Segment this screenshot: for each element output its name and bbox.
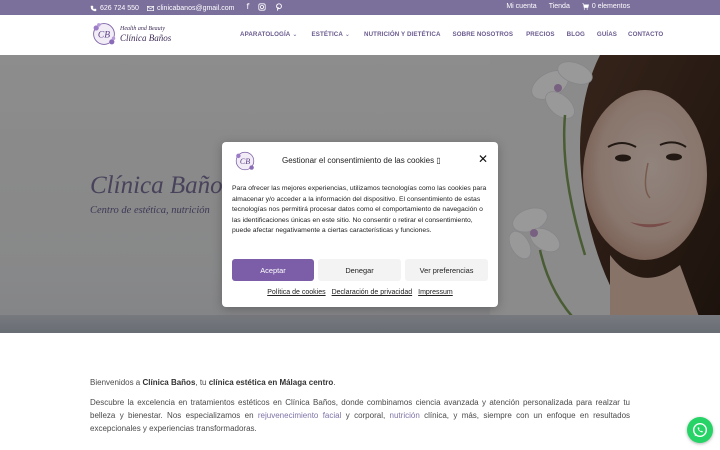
whatsapp-icon bbox=[692, 422, 708, 438]
nav-item-blog[interactable]: BLOG bbox=[567, 31, 585, 38]
impressum-link[interactable]: Impressum bbox=[418, 289, 453, 296]
email-address: clinicabanos@gmail.com bbox=[156, 4, 235, 12]
cart-count: 0 elementos bbox=[591, 3, 630, 10]
nav-label: SOBRE NOSOTROS bbox=[452, 31, 514, 38]
nav-label: GUÍAS bbox=[596, 31, 618, 38]
text: , tu bbox=[195, 378, 209, 387]
facebook-icon[interactable]: f bbox=[246, 3, 249, 13]
cart-link[interactable]: 0 elementos bbox=[582, 3, 630, 10]
phone-number: 626 724 550 bbox=[100, 4, 139, 12]
email-link[interactable]: clinicabanos@gmail.com bbox=[146, 4, 235, 12]
cookie-policy-link[interactable]: Política de cookies bbox=[267, 289, 325, 296]
nav-item-precios[interactable]: PRECIOS bbox=[526, 31, 555, 38]
site-header: CB Health and Beauty Clínica Baños APARA… bbox=[0, 15, 720, 55]
privacy-statement-link[interactable]: Declaración de privacidad bbox=[332, 289, 413, 296]
top-bar-contact: 626 724 550 clinicabanos@gmail.com f bbox=[90, 3, 283, 13]
shop-link[interactable]: Tienda bbox=[549, 3, 570, 10]
clinic-tagline: clínica estética en Málaga centro bbox=[208, 378, 334, 387]
consent-buttons: Aceptar Denegar Ver preferencias bbox=[232, 259, 488, 281]
phone-icon bbox=[90, 5, 97, 11]
email-icon bbox=[146, 5, 154, 11]
social-links: f bbox=[246, 3, 283, 13]
text: . bbox=[333, 378, 336, 387]
nav-item-sobre-nosotros[interactable]: SOBRE NOSOTROS bbox=[453, 31, 514, 38]
whatsapp-button[interactable] bbox=[687, 417, 713, 443]
consent-links: Política de cookies Declaración de priva… bbox=[222, 289, 498, 296]
nav-item-nutricion[interactable]: NUTRICIÓN Y DIETÉTICA bbox=[364, 31, 440, 38]
rejuvenation-link[interactable]: rejuvenecimiento facial bbox=[258, 411, 342, 420]
view-preferences-button[interactable]: Ver preferencias bbox=[405, 259, 488, 281]
nav-label: CONTACTO bbox=[628, 31, 664, 38]
cookie-consent-dialog: CB Gestionar el consentimiento de las co… bbox=[222, 142, 498, 307]
text: y corporal, bbox=[341, 411, 390, 420]
consent-title: Gestionar el consentimiento de las cooki… bbox=[282, 156, 441, 165]
nav-item-aparatologia[interactable]: APARATOLOGÍA ⌄ bbox=[240, 31, 298, 38]
logo-emblem-icon: CB bbox=[93, 23, 116, 45]
cart-icon bbox=[582, 3, 589, 10]
nav-label: BLOG bbox=[566, 31, 585, 38]
description-paragraph: Descubre la excelencia en tratamientos e… bbox=[90, 396, 630, 435]
nav-label: ESTÉTICA bbox=[311, 31, 343, 38]
site-logo[interactable]: CB Health and Beauty Clínica Baños bbox=[91, 21, 171, 47]
accept-button[interactable]: Aceptar bbox=[232, 259, 314, 281]
consent-body: Para ofrecer las mejores experiencias, u… bbox=[232, 185, 487, 235]
nutrition-link[interactable]: nutrición bbox=[390, 411, 420, 420]
nav-item-guias[interactable]: GUÍAS bbox=[597, 31, 617, 38]
main-nav: APARATOLOGÍA ⌄ ESTÉTICA ⌄ NUTRICIÓN Y DI… bbox=[240, 31, 663, 38]
svg-text:CB: CB bbox=[240, 157, 250, 166]
chevron-down-icon: ⌄ bbox=[292, 32, 298, 38]
nav-label: NUTRICIÓN Y DIETÉTICA bbox=[364, 31, 441, 38]
text: Bienvenidos a bbox=[90, 378, 143, 387]
nav-item-contacto[interactable]: CONTACTO bbox=[628, 31, 663, 38]
intro-paragraph: Bienvenidos a Clínica Baños, tu clínica … bbox=[90, 376, 630, 389]
clinic-name: Clínica Baños bbox=[142, 378, 196, 387]
phone-link[interactable]: 626 724 550 bbox=[90, 5, 139, 12]
my-account-link[interactable]: Mi cuenta bbox=[506, 3, 536, 10]
consent-logo-icon: CB bbox=[235, 151, 255, 171]
top-bar: 626 724 550 clinicabanos@gmail.com f Mi … bbox=[0, 0, 720, 15]
nav-label: APARATOLOGÍA bbox=[240, 31, 291, 38]
top-bar-account: Mi cuenta Tienda 0 elementos bbox=[506, 3, 630, 10]
svg-text:CB: CB bbox=[98, 30, 110, 40]
chevron-down-icon: ⌄ bbox=[344, 32, 351, 38]
pinterest-icon[interactable] bbox=[275, 3, 283, 13]
deny-button[interactable]: Denegar bbox=[318, 259, 401, 281]
logo-text: Health and Beauty Clínica Baños bbox=[120, 25, 171, 43]
close-icon[interactable]: ✕ bbox=[478, 153, 488, 165]
instagram-icon[interactable] bbox=[258, 3, 266, 13]
nav-label: PRECIOS bbox=[526, 31, 555, 38]
nav-item-estetica[interactable]: ESTÉTICA ⌄ bbox=[312, 31, 351, 38]
intro-content: Bienvenidos a Clínica Baños, tu clínica … bbox=[90, 376, 630, 442]
logo-name: Clínica Baños bbox=[120, 33, 172, 43]
